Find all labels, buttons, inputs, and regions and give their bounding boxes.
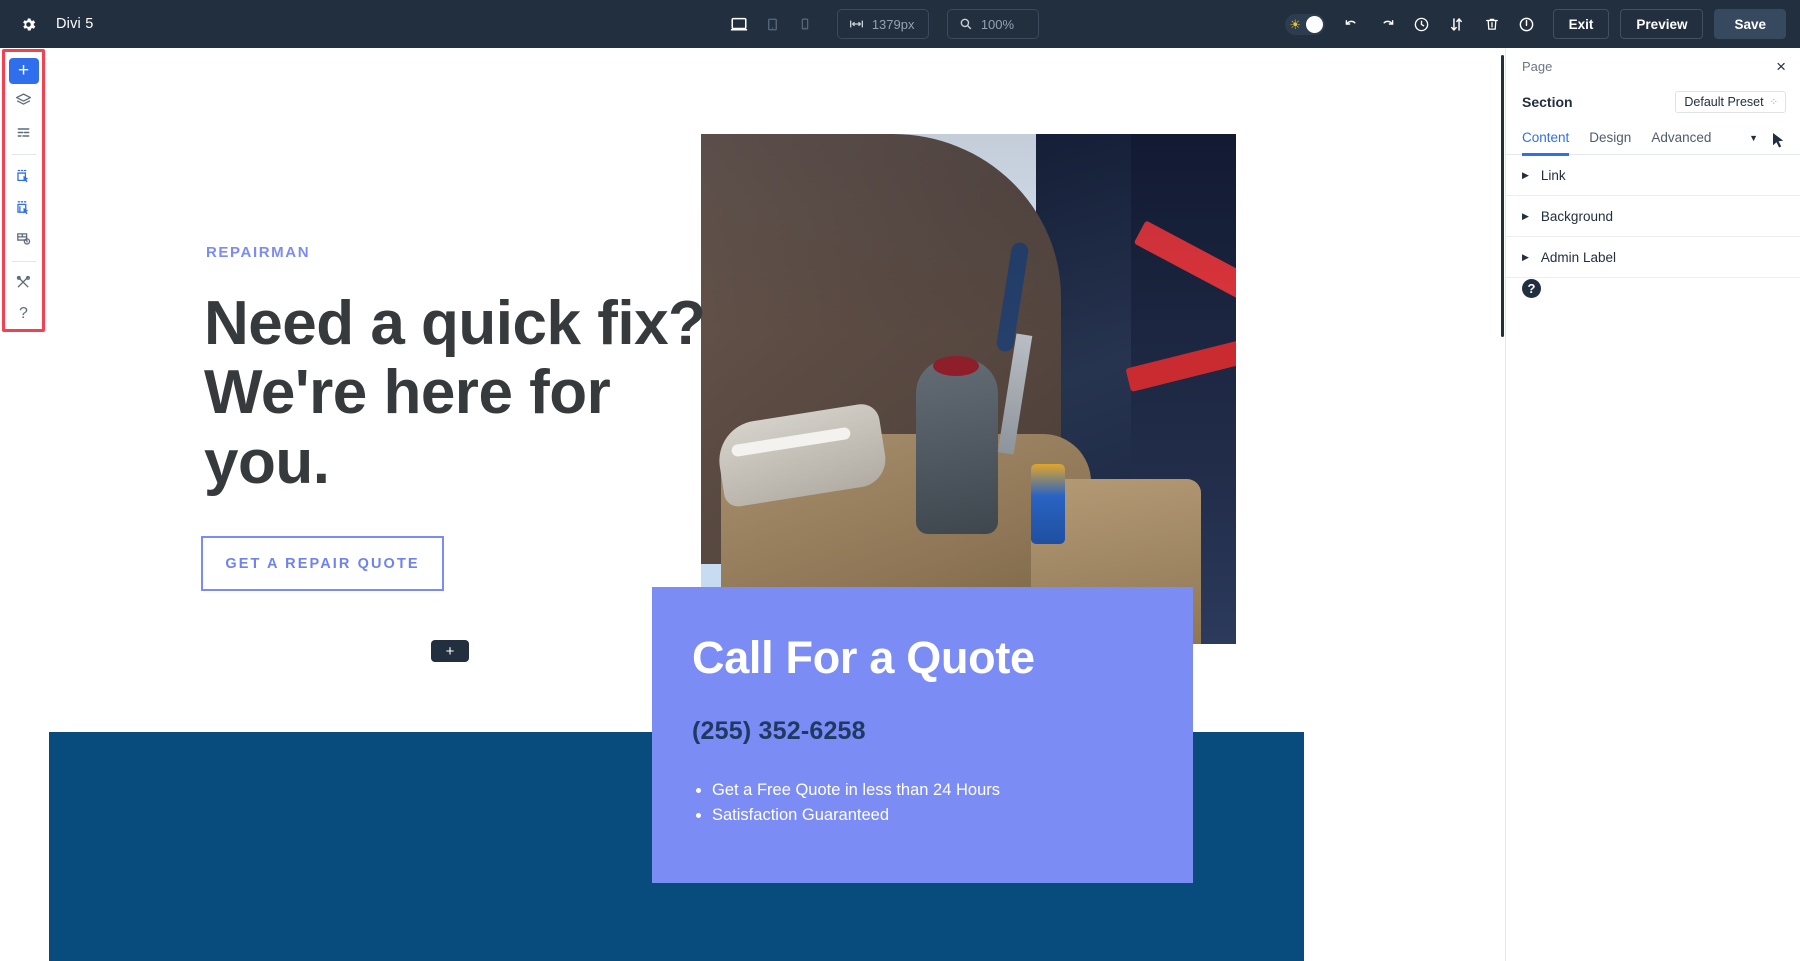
list-item: Get a Free Quote in less than 24 Hours: [712, 778, 1153, 804]
tab-advanced[interactable]: Advanced: [1651, 121, 1711, 155]
callout-bullet-list: Get a Free Quote in less than 24 Hours S…: [692, 778, 1153, 829]
multi-select-icon[interactable]: [9, 193, 39, 223]
viewport-width-value: 1379px: [871, 16, 915, 32]
hero-heading[interactable]: Need a quick fix? We're here for you.: [204, 289, 724, 497]
preset-icon: ⁘: [1769, 96, 1778, 108]
power-icon[interactable]: [1512, 9, 1542, 39]
light-mode-toggle[interactable]: ☀: [1284, 13, 1325, 35]
page-canvas[interactable]: REPAIRMAN Need a quick fix? We're here f…: [49, 49, 1504, 961]
accordion-link[interactable]: ▶ Link: [1506, 155, 1800, 196]
zoom-value: 100%: [980, 16, 1015, 32]
help-icon[interactable]: ?: [1522, 279, 1541, 298]
question-icon[interactable]: ?: [9, 299, 39, 329]
tool-belt-photo[interactable]: [701, 134, 1236, 644]
toolbar-center-group: 1379px 100%: [480, 9, 1285, 39]
desktop-icon[interactable]: [726, 11, 753, 38]
chevron-right-icon: ▶: [1522, 251, 1529, 262]
left-rail-highlight: + ?: [2, 49, 45, 332]
accordion-label: Background: [1540, 208, 1613, 224]
device-preview-group: [726, 11, 819, 38]
panel-tabs: Content Design Advanced ▼: [1506, 121, 1800, 156]
add-module-button[interactable]: +: [431, 640, 469, 662]
chevron-down-icon[interactable]: ▼: [1749, 133, 1784, 143]
canvas-content: REPAIRMAN Need a quick fix? We're here f…: [49, 49, 1504, 961]
save-button[interactable]: Save: [1714, 9, 1786, 39]
callout-heading: Call For a Quote: [692, 632, 1035, 683]
magnifier-icon: [959, 17, 973, 31]
panel-header: Page ×: [1506, 49, 1800, 83]
breadcrumb: Page: [1522, 58, 1553, 74]
wireframe-icon[interactable]: [9, 117, 39, 147]
select-element-icon[interactable]: [9, 161, 39, 191]
photo-shading: [701, 134, 1236, 644]
accordion-background[interactable]: ▶ Background: [1506, 196, 1800, 237]
sun-icon: ☀: [1289, 16, 1301, 32]
preset-label: Default Preset: [1684, 95, 1764, 109]
redo-icon[interactable]: [1372, 9, 1402, 39]
call-for-a-quote-callout[interactable]: Call For a Quote (255) 352-6258 Get a Fr…: [652, 587, 1193, 883]
tablet-icon[interactable]: [759, 11, 786, 38]
hero-eyebrow: REPAIRMAN: [206, 244, 311, 261]
phone-icon[interactable]: [792, 11, 819, 38]
accordion-admin-label[interactable]: ▶ Admin Label: [1506, 237, 1800, 278]
tab-content[interactable]: Content: [1522, 121, 1570, 156]
close-icon[interactable]: ×: [1776, 58, 1786, 75]
clock-icon[interactable]: [1407, 9, 1437, 39]
accordion-label: Admin Label: [1540, 249, 1616, 265]
toggle-knob: [1305, 15, 1323, 33]
chevron-right-icon: ▶: [1522, 169, 1529, 180]
accordion-label: Link: [1540, 167, 1566, 183]
tools-icon[interactable]: [9, 268, 39, 298]
settings-panel: Page × Section Default Preset ⁘ Content …: [1505, 49, 1800, 961]
rail-divider-2: [11, 260, 36, 262]
save-library-icon[interactable]: [9, 224, 39, 254]
transfer-arrows-icon[interactable]: [1442, 9, 1472, 39]
toolbar-right-group: ☀ Exit Preview Save: [1284, 9, 1800, 39]
callout-phone[interactable]: (255) 352-6258: [692, 717, 1153, 746]
exit-button[interactable]: Exit: [1552, 9, 1610, 39]
page-title: Section: [1522, 94, 1573, 110]
top-toolbar: Divi 5 1379px 100% ☀ Exit Preview Save: [0, 0, 1800, 48]
app-title: Divi 5: [56, 16, 94, 32]
rail-divider: [11, 153, 36, 155]
horizontal-resize-icon: [849, 18, 864, 30]
undo-icon[interactable]: [1337, 9, 1367, 39]
toolbar-left-group: Divi 5: [0, 10, 480, 38]
gear-icon[interactable]: [14, 10, 42, 38]
zoom-field[interactable]: 100%: [946, 9, 1039, 39]
layers-icon[interactable]: [9, 86, 39, 116]
viewport-width-field[interactable]: 1379px: [836, 9, 929, 39]
tab-design[interactable]: Design: [1589, 121, 1631, 155]
canvas-scrollbar-thumb[interactable]: [1501, 55, 1504, 337]
chevron-right-icon: ▶: [1522, 210, 1529, 221]
preview-button[interactable]: Preview: [1620, 9, 1704, 39]
left-rail: + ?: [5, 52, 42, 329]
preset-dropdown[interactable]: Default Preset ⁘: [1675, 91, 1786, 113]
trash-icon[interactable]: [1477, 9, 1507, 39]
panel-section-row: Section Default Preset ⁘: [1506, 83, 1800, 121]
add-new-button[interactable]: +: [8, 58, 39, 84]
list-item: Satisfaction Guaranteed: [712, 803, 1153, 829]
get-a-repair-quote-button[interactable]: GET A REPAIR QUOTE: [201, 536, 444, 591]
